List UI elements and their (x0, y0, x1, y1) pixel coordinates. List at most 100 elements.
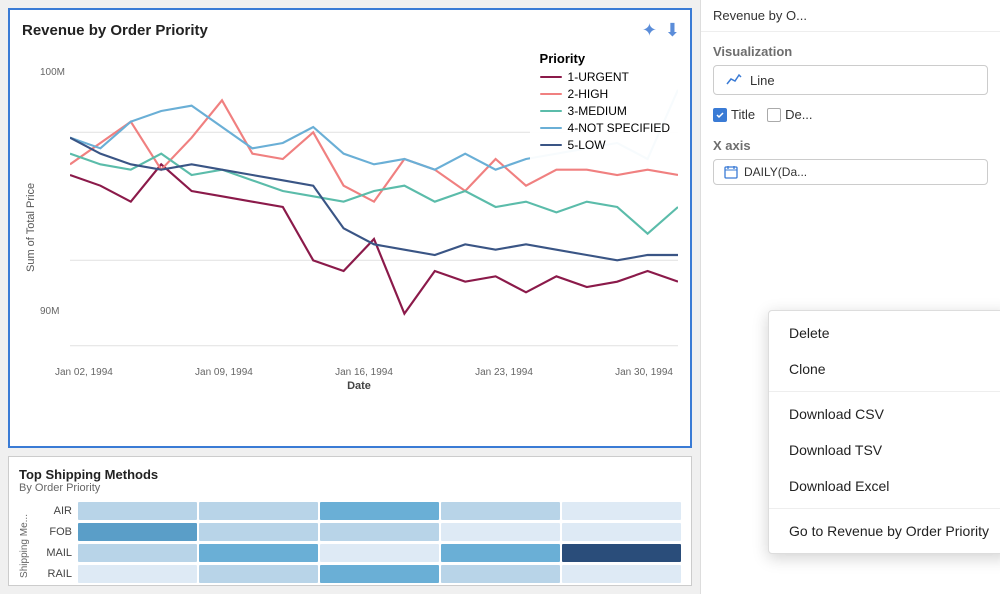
legend-title: Priority (540, 51, 670, 66)
desc-checkbox-label: De... (785, 107, 812, 122)
row-label-rail: RAIL (34, 568, 72, 580)
heat-cell (562, 502, 681, 520)
title-checkbox-label: Title (731, 107, 755, 122)
menu-divider-2 (769, 508, 1000, 509)
heat-cell (441, 565, 560, 583)
download-icon[interactable]: ⬇ (665, 20, 680, 41)
table-title: Top Shipping Methods (19, 467, 681, 482)
heat-cell (441, 523, 560, 541)
legend-item-3: 3-MEDIUM (540, 104, 670, 118)
menu-divider (769, 391, 1000, 392)
side-label: Shipping Me... (19, 514, 30, 578)
heat-cell (441, 544, 560, 562)
heat-cell (78, 544, 197, 562)
table-card: Top Shipping Methods By Order Priority S… (8, 456, 692, 586)
heat-cell (562, 523, 681, 541)
y-tick-90m: 90M (40, 306, 59, 317)
heat-cell (78, 502, 197, 520)
x-tick-4: Jan 23, 1994 (475, 367, 533, 378)
x-tick-1: Jan 02, 1994 (55, 367, 113, 378)
checkmark-icon (715, 110, 725, 120)
menu-item-delete[interactable]: Delete (769, 315, 1000, 351)
x-axis-section: X axis DAILY(Da... (701, 130, 1000, 189)
title-checkbox-item[interactable]: Title (713, 107, 755, 122)
legend-item-4: 4-NOT SPECIFIED (540, 121, 670, 135)
heat-cell (199, 544, 318, 562)
chart-toolbar: ✦ ⬇ (642, 20, 680, 41)
checkboxes-row: Title De... (701, 103, 1000, 130)
heat-cell (199, 523, 318, 541)
legend-item-2: 2-HIGH (540, 87, 670, 101)
menu-item-download-tsv[interactable]: Download TSV (769, 432, 1000, 468)
menu-item-download-excel[interactable]: Download Excel (769, 468, 1000, 504)
y-axis-label: Sum of Total Price (22, 47, 40, 407)
heatmap-container: Shipping Me... AIR FOB (19, 502, 681, 586)
heat-cell (320, 544, 439, 562)
legend-color-5 (540, 144, 562, 146)
calendar-icon (724, 165, 738, 179)
chart-card: Revenue by Order Priority ✦ ⬇ Sum of Tot… (8, 8, 692, 448)
viz-type-label: Line (750, 73, 775, 88)
row-label-mail: MAIL (34, 547, 72, 559)
heat-cell (320, 523, 439, 541)
legend-color-1 (540, 76, 562, 78)
menu-item-goto[interactable]: Go to Revenue by Order Priority (769, 513, 1000, 549)
heat-cell (441, 502, 560, 520)
x-axis-area: Jan 02, 1994 Jan 09, 1994 Jan 16, 1994 J… (40, 367, 678, 407)
menu-item-clone[interactable]: Clone (769, 351, 1000, 387)
viz-type-selector[interactable]: Line (713, 65, 988, 95)
x-tick-5: Jan 30, 1994 (615, 367, 673, 378)
heat-cell (320, 502, 439, 520)
heat-cell (320, 565, 439, 583)
heat-cell (199, 565, 318, 583)
legend-label-3: 3-MEDIUM (568, 104, 627, 118)
title-checkbox[interactable] (713, 108, 727, 122)
heat-cell (199, 502, 318, 520)
legend-item-5: 5-LOW (540, 138, 670, 152)
legend-label-5: 5-LOW (568, 138, 606, 152)
row-label-air: AIR (34, 505, 72, 517)
heat-cell (562, 565, 681, 583)
heat-cell (78, 565, 197, 583)
heatmap-row-mail: MAIL (34, 544, 681, 562)
legend-label-1: 1-URGENT (568, 70, 629, 84)
right-header: Revenue by O... (701, 0, 1000, 32)
y-tick-100m: 100M (40, 67, 65, 78)
chart-legend: Priority 1-URGENT 2-HIGH 3-MEDIUM 4-NOT … (530, 45, 680, 161)
context-menu: Delete Clone Download CSV Download TSV D… (768, 310, 1000, 554)
visualization-label: Visualization (701, 32, 1000, 65)
heat-cells-fob (78, 523, 681, 541)
main-panel: Revenue by Order Priority ✦ ⬇ Sum of Tot… (0, 0, 700, 594)
heat-cells-mail (78, 544, 681, 562)
x-axis-title: X axis (713, 138, 988, 153)
heat-cell (78, 523, 197, 541)
heatmap-rows: AIR FOB (34, 502, 681, 583)
heatmap-row-air: AIR (34, 502, 681, 520)
legend-label-4: 4-NOT SPECIFIED (568, 121, 670, 135)
x-tick-3: Jan 16, 1994 (335, 367, 393, 378)
desc-checkbox-item[interactable]: De... (767, 107, 812, 122)
chart-title: Revenue by Order Priority (22, 22, 678, 39)
heatmap-row-rail: RAIL (34, 565, 681, 583)
desc-checkbox[interactable] (767, 108, 781, 122)
x-axis-label: Date (347, 380, 371, 392)
legend-label-2: 2-HIGH (568, 87, 609, 101)
x-axis-pill[interactable]: DAILY(Da... (713, 159, 988, 185)
right-panel: Revenue by O... Visualization Line Title… (700, 0, 1000, 594)
menu-item-download-csv[interactable]: Download CSV (769, 396, 1000, 432)
side-axis: Shipping Me... (19, 502, 30, 586)
heat-cells-rail (78, 565, 681, 583)
x-ticks: Jan 02, 1994 Jan 09, 1994 Jan 16, 1994 J… (55, 367, 673, 378)
x-tick-2: Jan 09, 1994 (195, 367, 253, 378)
legend-color-2 (540, 93, 562, 95)
move-icon[interactable]: ✦ (642, 20, 657, 41)
legend-color-4 (540, 127, 562, 129)
heatmap-row-fob: FOB (34, 523, 681, 541)
line-chart-icon (726, 72, 742, 88)
legend-item-1: 1-URGENT (540, 70, 670, 84)
heat-cell (562, 544, 681, 562)
x-axis-value: DAILY(Da... (744, 165, 807, 179)
heat-cells-air (78, 502, 681, 520)
row-label-fob: FOB (34, 526, 72, 538)
table-subtitle: By Order Priority (19, 482, 681, 494)
